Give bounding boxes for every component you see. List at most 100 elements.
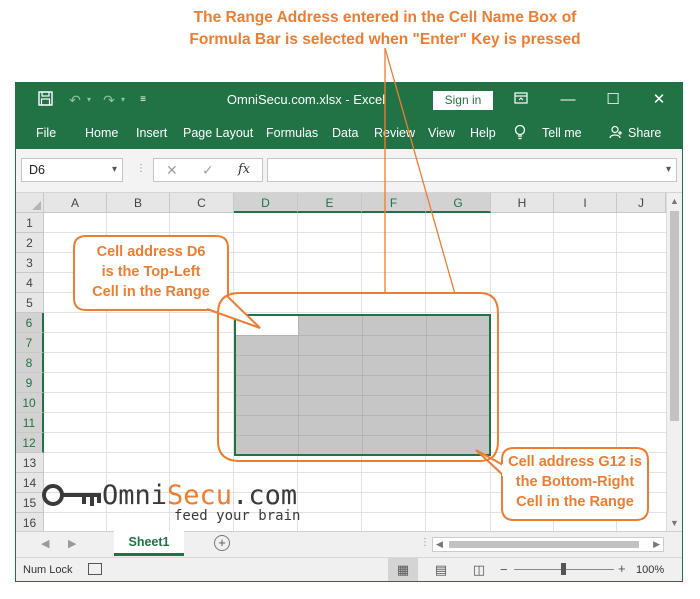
row-header-5[interactable]: 5 [16, 293, 44, 313]
status-bar: Num Lock ▦ ▤ ◫ − + 100% [16, 557, 682, 581]
tab-review[interactable]: Review [374, 126, 415, 140]
tab-insert[interactable]: Insert [136, 126, 167, 140]
column-header-j[interactable]: J [617, 193, 666, 213]
redo-icon[interactable]: ↷ [100, 91, 118, 109]
active-cell[interactable] [236, 316, 298, 335]
title-bar: ↶ ▾ ↷ ▾ ≡ OmniSecu.com.xlsx - Excel Sign… [16, 83, 682, 117]
row-header-2[interactable]: 2 [16, 233, 44, 253]
tab-formulas[interactable]: Formulas [266, 126, 318, 140]
zoom-out-icon[interactable]: − [500, 562, 508, 577]
row-header-8[interactable]: 8 [16, 353, 44, 373]
key-icon [42, 482, 104, 513]
window-title: OmniSecu.com.xlsx - Excel [226, 92, 386, 107]
horizontal-scrollbar[interactable]: ◀ ▶ [432, 537, 664, 552]
share-icon [609, 125, 623, 142]
row-header-11[interactable]: 11 [16, 413, 44, 433]
row-header-7[interactable]: 7 [16, 333, 44, 353]
omnisecu-logo: OmniSecu.com feed your brain [42, 480, 300, 526]
insert-function-button[interactable]: fx [238, 162, 250, 177]
scroll-down-icon[interactable]: ▼ [670, 518, 679, 528]
scroll-left-icon[interactable]: ◀ [436, 539, 443, 550]
tab-help[interactable]: Help [470, 126, 496, 140]
tab-view[interactable]: View [428, 126, 455, 140]
column-header-g[interactable]: G [426, 193, 491, 213]
zoom-level[interactable]: 100% [636, 564, 664, 576]
split-handle-icon[interactable]: ⋮ [420, 537, 430, 548]
row-header-14[interactable]: 14 [16, 473, 44, 493]
undo-dropdown-icon[interactable]: ▾ [84, 91, 94, 109]
maximize-icon[interactable]: ☐ [598, 89, 628, 111]
tab-page-layout[interactable]: Page Layout [183, 126, 253, 140]
callout-top-left-line3: Cell in the Range [92, 284, 210, 300]
column-header-b[interactable]: B [107, 193, 170, 213]
save-icon[interactable] [36, 91, 54, 109]
redo-dropdown-icon[interactable]: ▾ [118, 91, 128, 109]
row-header-3[interactable]: 3 [16, 253, 44, 273]
tab-file[interactable]: File [36, 126, 56, 140]
name-box[interactable]: D6 ▾ [21, 158, 123, 182]
column-header-d[interactable]: D [234, 193, 298, 213]
selected-range[interactable] [234, 314, 491, 456]
column-header-f[interactable]: F [362, 193, 426, 213]
chevron-down-icon[interactable]: ▾ [112, 164, 117, 175]
row-header-4[interactable]: 4 [16, 273, 44, 293]
annotation-top-line1: The Range Address entered in the Cell Na… [193, 9, 577, 26]
row-header-10[interactable]: 10 [16, 393, 44, 413]
row-header-6[interactable]: 6 [16, 313, 44, 333]
page-layout-view-icon[interactable]: ▤ [426, 558, 456, 581]
select-all-button[interactable] [16, 193, 44, 213]
page-break-view-icon[interactable]: ◫ [464, 558, 494, 581]
callout-bottom-right-line2: the Bottom-Right [515, 474, 635, 490]
ribbon-display-icon[interactable] [506, 89, 536, 111]
row-header-15[interactable]: 15 [16, 493, 44, 513]
share-button[interactable]: Share [628, 126, 661, 140]
ribbon-tabs: File Home Insert Page Layout Formulas Da… [16, 117, 682, 149]
column-header-h[interactable]: H [491, 193, 554, 213]
sheet-tab-sheet1[interactable]: Sheet1 [114, 531, 184, 556]
customize-qat-icon[interactable]: ≡ [136, 91, 150, 109]
zoom-slider-thumb[interactable] [561, 563, 566, 575]
expand-formula-icon[interactable]: ▾ [666, 164, 671, 175]
lightbulb-icon [514, 124, 526, 143]
column-header-i[interactable]: I [554, 193, 617, 213]
add-sheet-icon[interactable]: + [214, 535, 230, 551]
horizontal-scroll-thumb[interactable] [449, 541, 639, 548]
callout-top-left-line2: is the Top-Left [101, 264, 201, 280]
callout-bottom-right-line1: Cell address G12 is [508, 454, 642, 470]
macro-record-icon[interactable] [88, 563, 102, 575]
row-header-1[interactable]: 1 [16, 213, 44, 233]
vertical-scroll-thumb[interactable] [670, 211, 679, 421]
logo-wordmark: OmniSecu.com [102, 480, 298, 511]
previous-sheet-icon[interactable]: ◀ [41, 537, 49, 550]
callout-bottom-right: Cell address G12 is the Bottom-Right Cel… [500, 452, 650, 512]
scroll-up-icon[interactable]: ▲ [670, 196, 679, 206]
callout-top-left: Cell address D6 is the Top-Left Cell in … [74, 242, 228, 302]
logo-tagline: feed your brain [174, 508, 301, 524]
callout-bottom-right-line3: Cell in the Range [516, 494, 634, 510]
row-header-9[interactable]: 9 [16, 373, 44, 393]
column-header-a[interactable]: A [44, 193, 107, 213]
minimize-icon[interactable]: — [553, 89, 583, 111]
column-header-e[interactable]: E [298, 193, 362, 213]
enter-icon[interactable]: ✓ [202, 162, 214, 179]
sign-in-button[interactable]: Sign in [433, 91, 493, 110]
undo-icon[interactable]: ↶ [66, 91, 84, 109]
normal-view-icon[interactable]: ▦ [388, 558, 418, 581]
column-header-c[interactable]: C [170, 193, 234, 213]
tab-data[interactable]: Data [332, 126, 358, 140]
cancel-icon[interactable]: ✕ [166, 162, 178, 179]
formula-input[interactable]: ▾ [267, 158, 677, 182]
row-header-12[interactable]: 12 [16, 433, 44, 453]
next-sheet-icon[interactable]: ▶ [68, 537, 76, 550]
vertical-scrollbar[interactable]: ▲ ▼ [666, 193, 682, 531]
tell-me-search[interactable]: Tell me [542, 126, 582, 140]
row-header-16[interactable]: 16 [16, 513, 44, 531]
formula-buttons: ✕ ✓ fx [153, 158, 263, 182]
close-icon[interactable]: ✕ [644, 89, 674, 111]
annotation-top: The Range Address entered in the Cell Na… [150, 7, 620, 51]
drag-handle-icon[interactable]: ⋮ [136, 163, 146, 174]
zoom-in-icon[interactable]: + [618, 561, 626, 576]
tab-home[interactable]: Home [85, 126, 118, 140]
row-header-13[interactable]: 13 [16, 453, 44, 473]
scroll-right-icon[interactable]: ▶ [653, 539, 660, 550]
